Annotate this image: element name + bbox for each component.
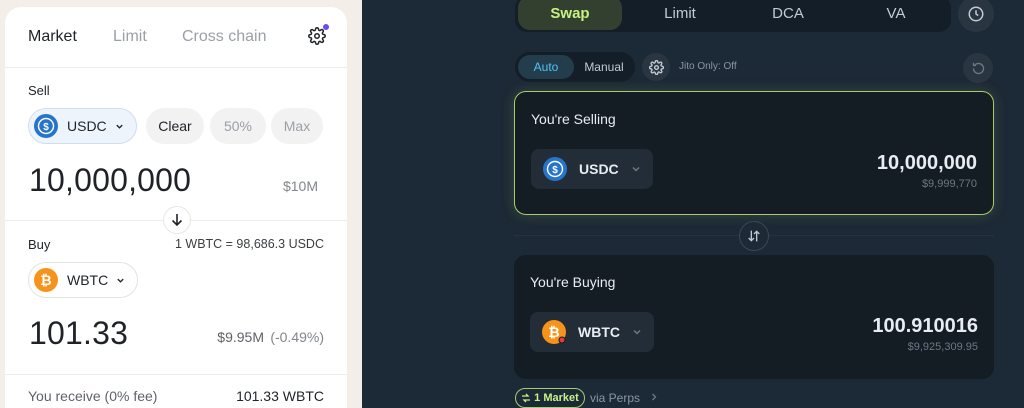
selling-amount-input[interactable] <box>757 149 977 177</box>
swap-vertical-icon <box>748 230 760 242</box>
selling-token-symbol: USDC <box>579 161 619 177</box>
half-button[interactable]: 50% <box>210 108 266 144</box>
receive-divider <box>5 374 347 375</box>
chevron-right-icon[interactable] <box>650 393 658 401</box>
tab-market[interactable]: Market <box>28 28 77 46</box>
clock-icon <box>968 6 984 22</box>
buy-amount-output: 101.33 <box>29 315 129 351</box>
sell-amount-input[interactable]: 10,000,000 <box>29 162 191 199</box>
usdc-icon: $ <box>543 157 567 181</box>
buying-token-selector[interactable]: ₿ WBTC <box>530 312 654 352</box>
sell-label: Sell <box>28 83 50 98</box>
tab-limit-order[interactable]: Limit <box>628 0 732 30</box>
left-swap-card: Market Limit Cross chain Sell $ USDC Cle… <box>5 7 347 408</box>
tab-dca[interactable]: DCA <box>736 0 840 30</box>
swap-settings-button[interactable] <box>642 53 670 81</box>
usdc-icon: $ <box>34 114 58 138</box>
selling-usd-value: $9,999,770 <box>921 178 977 190</box>
history-button[interactable] <box>958 0 994 32</box>
buying-usd-value: $9,925,309.95 <box>907 341 978 353</box>
arrow-down-icon <box>171 214 183 227</box>
svg-text:$: $ <box>43 122 49 133</box>
buying-amount-output: 100.910016 <box>872 315 978 337</box>
receive-value: 101.33 WBTC <box>236 388 324 404</box>
settings-gear-icon <box>308 27 326 45</box>
tab-va[interactable]: VA <box>844 0 948 30</box>
jito-status: Jito Only: Off <box>679 61 737 72</box>
left-tabs: Market Limit Cross chain <box>5 7 347 67</box>
right-tabs: Swap Limit DCA VA <box>515 0 951 32</box>
sell-token-symbol: USDC <box>67 118 107 134</box>
sell-token-selector[interactable]: $ USDC <box>28 108 137 144</box>
flip-tokens-button[interactable] <box>739 221 769 251</box>
mode-manual[interactable]: Manual <box>576 55 632 79</box>
price-impact: (-0.49%) <box>270 329 324 345</box>
chevron-down-icon <box>632 166 640 172</box>
sell-usd-value: $10M <box>282 178 318 194</box>
max-button[interactable]: Max <box>271 108 323 144</box>
buy-token-symbol: WBTC <box>67 272 109 288</box>
svg-text:₿: ₿ <box>548 324 559 340</box>
route-badge-label: 1 Market <box>534 392 579 404</box>
bitcoin-icon: ₿ <box>542 320 566 344</box>
bitcoin-icon: ₿ <box>34 268 58 292</box>
selling-card: You're Selling $ USDC $9,999,770 <box>514 91 994 215</box>
clear-button[interactable]: Clear <box>146 108 204 144</box>
tab-cross-chain[interactable]: Cross chain <box>182 28 266 46</box>
refresh-button[interactable] <box>963 53 993 83</box>
swap-direction-button[interactable] <box>163 206 191 234</box>
route-badge[interactable]: 1 Market <box>515 388 585 408</box>
buy-usd-value: $9.95M <box>217 329 264 345</box>
route-icon <box>522 393 531 403</box>
chevron-down-icon <box>115 124 123 129</box>
settings-button[interactable] <box>308 24 329 45</box>
buying-token-symbol: WBTC <box>578 324 620 340</box>
buying-card: You're Buying ₿ WBTC 100.910016 $9,925,3… <box>514 255 994 379</box>
tabs-divider <box>5 67 347 68</box>
routing-mode-toggle: Auto Manual <box>515 52 635 82</box>
chevron-down-icon <box>633 329 641 335</box>
notification-dot <box>323 24 329 30</box>
refresh-icon <box>972 62 984 74</box>
selling-token-selector[interactable]: $ USDC <box>531 149 653 189</box>
tab-limit[interactable]: Limit <box>113 28 147 46</box>
settings-gear-icon <box>648 59 664 75</box>
buy-token-selector[interactable]: ₿ WBTC <box>28 262 139 298</box>
route-via: via Perps <box>590 391 641 405</box>
buying-title: You're Buying <box>530 274 616 290</box>
chevron-down-icon <box>117 278 124 283</box>
tab-swap[interactable]: Swap <box>518 0 622 30</box>
svg-text:₿: ₿ <box>40 272 51 288</box>
selling-title: You're Selling <box>531 111 616 127</box>
svg-text:$: $ <box>552 165 558 176</box>
mode-auto[interactable]: Auto <box>518 55 574 79</box>
buy-label: Buy <box>28 237 51 252</box>
receive-label: You receive (0% fee) <box>28 388 158 404</box>
exchange-rate: 1 WBTC = 98,686.3 USDC <box>174 237 324 251</box>
